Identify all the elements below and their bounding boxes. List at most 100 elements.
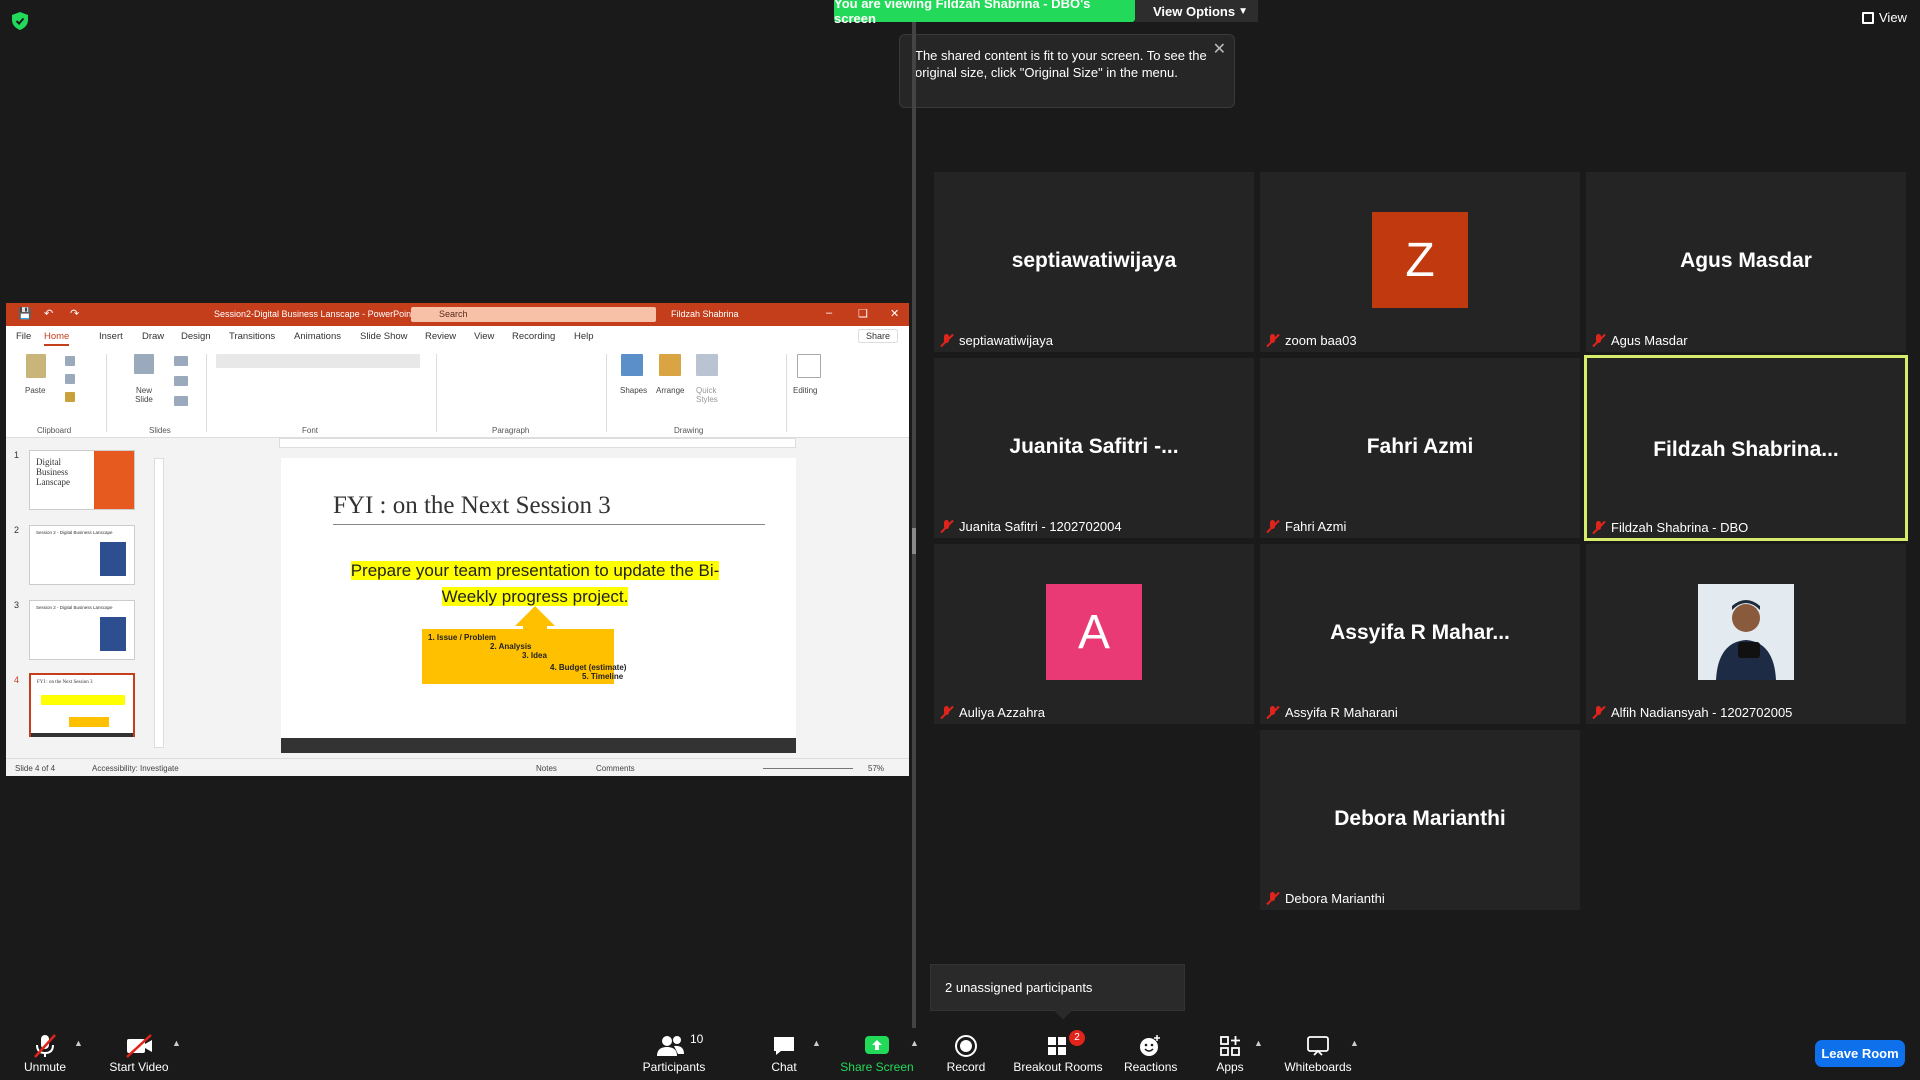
cut-icon[interactable] [65,356,75,366]
apps-options-caret[interactable]: ▲ [1254,1038,1263,1048]
participant-tile[interactable]: A Auliya Azzahra [934,544,1254,724]
participant-tile[interactable]: Debora Marianthi Debora Marianthi [1260,730,1580,910]
mic-muted-icon [1592,706,1605,719]
slide-canvas[interactable]: FYI : on the Next Session 3 Prepare your… [281,458,796,753]
menu-slide-show[interactable]: Slide Show [360,331,408,342]
apps-button[interactable]: Apps [1210,1034,1250,1074]
close-window-icon[interactable]: ✕ [890,307,899,320]
slide-thumbnail-4[interactable]: FYI : on the Next Session 3 [29,673,135,737]
gallery-view-icon [1862,11,1874,24]
group-font: Font [302,426,319,435]
group-slides: Slides [149,426,171,435]
leave-room-button[interactable]: Leave Room [1815,1040,1905,1067]
up-arrow-shape[interactable] [515,606,555,626]
copy-icon[interactable] [65,374,75,384]
chat-options-caret[interactable]: ▲ [812,1038,821,1048]
security-shield-icon[interactable] [12,12,28,30]
divider-handle[interactable] [912,528,916,554]
zoom-level[interactable]: 57% [868,764,884,773]
unmute-button[interactable]: Unmute [16,1034,74,1074]
zoom-slider[interactable] [763,768,853,769]
new-slide-icon[interactable] [134,354,154,374]
menu-review[interactable]: Review [425,331,456,342]
menu-transitions[interactable]: Transitions [229,331,275,342]
menu-insert[interactable]: Insert [99,331,123,342]
slide-thumbnail-1[interactable]: Digital Business Lanscape [29,450,135,510]
whiteboard-icon [1284,1034,1352,1056]
slide-thumbnail-3[interactable]: Session 2 - Digital Business Lanscape [29,600,135,660]
view-button[interactable]: View [1862,10,1907,25]
minimize-icon[interactable]: – [826,307,832,319]
notes-button[interactable]: Notes [536,764,557,773]
restore-icon[interactable]: ❑ [858,307,868,320]
search-icon[interactable] [797,354,821,378]
ppt-share-button[interactable]: Share [858,329,898,343]
comments-button[interactable]: Comments [596,764,635,773]
participants-button[interactable]: 10 Participants [638,1032,710,1074]
participant-tile[interactable]: septiawatiwijaya septiawatiwijaya [934,172,1254,352]
new-slide-label: New Slide [135,386,153,404]
whiteboards-button[interactable]: Whiteboards [1284,1034,1352,1074]
breakout-rooms-button[interactable]: 2 Breakout Rooms [1013,1030,1103,1074]
participant-tile[interactable]: Z zoom baa03 [1260,172,1580,352]
chat-button[interactable]: Chat [764,1034,804,1074]
paste-icon[interactable] [26,354,46,378]
thumb-box [69,717,109,727]
participants-label: Participants [642,1060,706,1074]
yellow-list-box[interactable]: 1. Issue / Problem 2. Analysis 3. Idea 4… [422,629,626,684]
slide-body-text[interactable]: Prepare your team presentation to update… [325,558,745,610]
slide-title[interactable]: FYI : on the Next Session 3 [333,492,611,520]
participant-tile[interactable]: Alfih Nadiansyah - 1202702005 [1586,544,1906,724]
thumb-image [100,617,126,651]
shapes-icon[interactable] [621,354,643,376]
save-icon[interactable]: 💾 [18,307,32,320]
font-name-box[interactable] [216,354,420,368]
menu-design[interactable]: Design [181,331,211,342]
menu-recording[interactable]: Recording [512,331,555,342]
unassigned-participants-popup[interactable]: 2 unassigned participants [930,964,1185,1020]
active-speaker-tile[interactable]: Fildzah Shabrina... Fildzah Shabrina - D… [1584,355,1908,541]
slide-thumbnail-2[interactable]: Session 2 - Digital Business Lanscape [29,525,135,585]
record-button[interactable]: Record [944,1034,988,1074]
menu-animations[interactable]: Animations [294,331,341,342]
whiteboard-options-caret[interactable]: ▲ [1350,1038,1359,1048]
split-divider[interactable] [912,22,916,1028]
section-icon[interactable] [174,396,188,406]
participant-name: Agus Masdar [1611,333,1688,348]
menu-help[interactable]: Help [574,331,594,342]
format-painter-icon[interactable] [65,392,75,402]
reactions-button[interactable]: Reactions [1124,1034,1177,1074]
participant-display-name: Fahri Azmi [1366,435,1474,458]
unmute-label: Unmute [23,1060,67,1074]
start-video-button[interactable]: Start Video [104,1034,174,1074]
participant-name: Auliya Azzahra [959,705,1045,720]
ppt-user-name[interactable]: Fildzah Shabrina [671,309,739,319]
undo-icon[interactable]: ↶ [44,307,53,320]
participant-tile[interactable]: Agus Masdar Agus Masdar [1586,172,1906,352]
close-icon[interactable]: ✕ [1213,41,1226,58]
audio-options-caret[interactable]: ▲ [74,1038,83,1048]
menu-home[interactable]: Home [44,331,70,346]
share-screen-button[interactable]: Share Screen [840,1034,914,1074]
redo-icon[interactable]: ↷ [70,307,79,320]
accessibility-status[interactable]: Accessibility: Investigate [92,764,179,773]
arrange-icon[interactable] [659,354,681,376]
ppt-search-box[interactable]: Search [411,307,656,322]
layout-icon[interactable] [174,356,188,366]
quick-styles-icon[interactable] [696,354,718,376]
video-options-caret[interactable]: ▲ [172,1038,181,1048]
view-options-button[interactable]: View Options ▼ [1135,0,1258,22]
participant-tile[interactable]: Fahri Azmi Fahri Azmi [1260,358,1580,538]
participant-tile[interactable]: Assyifa R Mahar... Assyifa R Maharani [1260,544,1580,724]
menu-view[interactable]: View [474,331,494,342]
apps-label: Apps [1216,1060,1244,1074]
participant-tile[interactable]: Juanita Safitri -... Juanita Safitri - 1… [934,358,1254,538]
mic-muted-icon [940,520,953,533]
participant-display-name: septiawatiwijaya [1011,249,1177,272]
list-item: 2. Analysis [490,642,532,651]
share-options-caret[interactable]: ▲ [910,1038,919,1048]
menu-file[interactable]: File [16,331,31,342]
reset-icon[interactable] [174,376,188,386]
participant-name: zoom baa03 [1285,333,1357,348]
menu-draw[interactable]: Draw [142,331,164,342]
